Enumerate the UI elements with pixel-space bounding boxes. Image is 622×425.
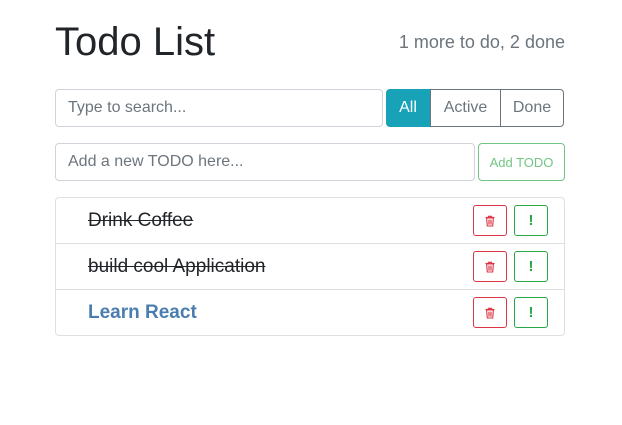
search-input[interactable] [55, 89, 383, 127]
todo-item-label[interactable]: build cool Application [88, 255, 265, 279]
todo-counter: 1 more to do, 2 done [398, 32, 565, 52]
trash-icon [484, 307, 496, 319]
todo-item-label[interactable]: Drink Coffee [88, 209, 193, 233]
add-todo-form: Add TODO [55, 143, 565, 181]
todo-item: Learn React! [56, 290, 564, 335]
exclamation-icon: ! [528, 258, 534, 275]
page-title: Todo List [55, 20, 216, 64]
todo-item: build cool Application! [56, 244, 564, 290]
exclamation-icon: ! [528, 212, 534, 229]
delete-todo-button[interactable] [473, 251, 507, 282]
todo-item: Drink Coffee! [56, 198, 564, 244]
todo-list: Drink Coffee! build cool Application! Lear… [55, 197, 565, 336]
mark-important-button[interactable]: ! [514, 251, 548, 282]
mark-important-button[interactable]: ! [514, 205, 548, 236]
new-todo-input[interactable] [55, 143, 475, 181]
todo-app: Todo List 1 more to do, 2 done All Activ… [55, 0, 565, 336]
trash-icon [484, 261, 496, 273]
filter-all-button[interactable]: All [386, 89, 430, 127]
mark-important-button[interactable]: ! [514, 297, 548, 328]
todo-item-label[interactable]: Learn React [88, 301, 197, 325]
delete-todo-button[interactable] [473, 205, 507, 236]
trash-icon [484, 215, 496, 227]
filter-done-button[interactable]: Done [500, 89, 564, 127]
delete-todo-button[interactable] [473, 297, 507, 328]
exclamation-icon: ! [528, 304, 534, 321]
search-panel: All Active Done [55, 89, 565, 127]
app-header: Todo List 1 more to do, 2 done [55, 0, 565, 89]
status-filter: All Active Done [386, 89, 564, 127]
add-todo-button[interactable]: Add TODO [478, 143, 565, 181]
filter-active-button[interactable]: Active [430, 89, 501, 127]
